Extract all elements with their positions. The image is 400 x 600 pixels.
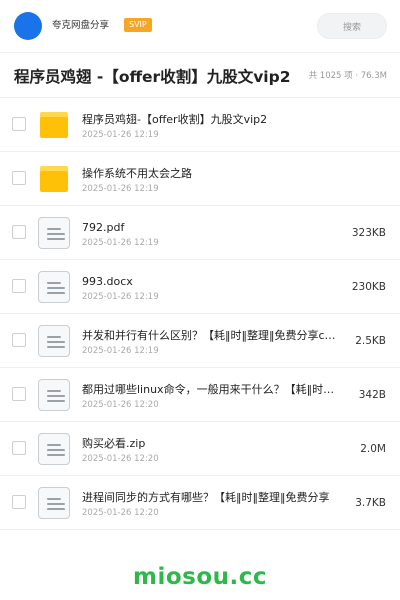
sharer-name: 夸克网盘分享 (52, 20, 110, 31)
item-date: 2025-01-26 12:20 (82, 508, 159, 518)
svip-badge: SVIP (124, 18, 152, 32)
item-size: 2.5KB (355, 335, 386, 347)
item-date: 2025-01-26 12:19 (82, 184, 159, 194)
item-date: 2025-01-26 12:20 (82, 454, 159, 464)
item-size: 3.7KB (355, 497, 386, 509)
list-item[interactable]: 程序员鸡翅-【offer收割】九股文vip2 2025-01-26 12:19 (0, 98, 400, 152)
item-checkbox[interactable] (12, 387, 26, 401)
item-checkbox[interactable] (12, 225, 26, 239)
list-item[interactable]: 993.docx 2025-01-26 12:19 230KB (0, 260, 400, 314)
document-icon (38, 487, 70, 519)
item-name[interactable]: 都用过哪些linux命令，一般用来干什么？【耗‖时… (82, 382, 348, 397)
item-checkbox[interactable] (12, 333, 26, 347)
document-icon (38, 379, 70, 411)
item-date: 2025-01-26 12:19 (82, 292, 159, 302)
document-icon (38, 217, 70, 249)
item-checkbox[interactable] (12, 171, 26, 185)
document-icon (38, 433, 70, 465)
item-name[interactable]: 792.pdf (82, 220, 352, 235)
folder-title-bar: 程序员鸡翅 -【offer收割】九股文vip2 共 1025 项 · 76.3M (0, 52, 400, 98)
folder-meta: 共 1025 项 · 76.3M (308, 71, 387, 81)
folder-icon (38, 163, 70, 195)
item-size: 230KB (351, 281, 386, 293)
item-date: 2025-01-26 12:19 (82, 346, 159, 356)
watermark-logo: miosou.cc (132, 564, 268, 590)
item-name[interactable]: 993.docx (82, 274, 352, 289)
list-item[interactable]: 购买必看.zip 2025-01-26 12:20 2.0M (0, 422, 400, 476)
app-header: 夸克网盘分享 SVIP 搜索 (0, 0, 400, 52)
list-item[interactable]: 操作系统不用太会之路 2025-01-26 12:19 (0, 152, 400, 206)
item-date: 2025-01-26 12:19 (82, 130, 159, 140)
document-icon (38, 271, 70, 303)
item-checkbox[interactable] (12, 117, 26, 131)
item-checkbox[interactable] (12, 495, 26, 509)
item-size: 2.0M (360, 443, 386, 455)
item-name[interactable]: 程序员鸡翅-【offer收割】九股文vip2 (82, 112, 352, 127)
list-item[interactable]: 792.pdf 2025-01-26 12:19 323KB (0, 206, 400, 260)
list-item[interactable]: 进程间同步的方式有哪些？【耗‖时‖整理‖免费分享 2025-01-26 12:2… (0, 476, 400, 530)
item-name[interactable]: 购买必看.zip (82, 436, 352, 451)
folder-icon (38, 109, 70, 141)
list-item[interactable]: 都用过哪些linux命令，一般用来干什么？【耗‖时… 2025-01-26 12… (0, 368, 400, 422)
item-size: 323KB (351, 227, 386, 239)
item-name[interactable]: 进程间同步的方式有哪些？【耗‖时‖整理‖免费分享 (82, 490, 348, 505)
item-size: 342B (358, 389, 386, 401)
page-title: 程序员鸡翅 -【offer收割】九股文vip2 (14, 68, 291, 86)
item-name[interactable]: 并发和并行有什么区别？【耗‖时‖整理‖免费分享c… (82, 328, 348, 343)
document-icon (38, 325, 70, 357)
avatar[interactable] (14, 12, 42, 40)
search-input[interactable]: 搜索 (317, 13, 387, 39)
item-checkbox[interactable] (12, 441, 26, 455)
item-date: 2025-01-26 12:19 (82, 238, 159, 248)
item-name[interactable]: 操作系统不用太会之路 (82, 166, 352, 181)
item-date: 2025-01-26 12:20 (82, 400, 159, 410)
file-list: 程序员鸡翅-【offer收割】九股文vip2 2025-01-26 12:19 … (0, 98, 400, 530)
search-placeholder: 搜索 (342, 22, 361, 33)
item-checkbox[interactable] (12, 279, 26, 293)
list-item[interactable]: 并发和并行有什么区别？【耗‖时‖整理‖免费分享c… 2025-01-26 12:… (0, 314, 400, 368)
